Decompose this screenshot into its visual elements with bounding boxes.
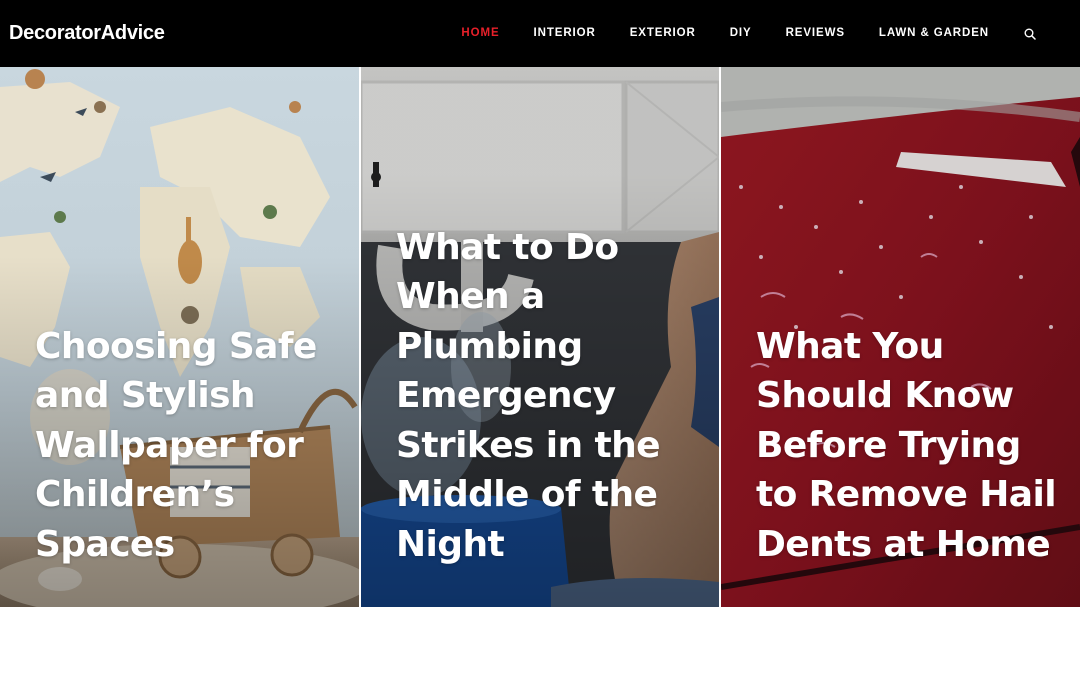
nav-item-interior[interactable]: INTERIOR (517, 0, 613, 67)
nav-item-lawn-garden[interactable]: LAWN & GARDEN (862, 0, 1006, 67)
site-header: DecoratorAdvice HOME INTERIOR EXTERIOR D… (0, 0, 1080, 67)
post-title[interactable]: What to Do When a Plumbing Emergency Str… (396, 223, 699, 570)
post-card-wallpaper[interactable]: Choosing Safe and Stylish Wallpaper for … (0, 67, 359, 607)
search-icon (1024, 28, 1036, 40)
nav-item-home[interactable]: HOME (444, 0, 516, 67)
featured-posts: Choosing Safe and Stylish Wallpaper for … (0, 67, 1080, 607)
nav-item-reviews[interactable]: REVIEWS (769, 0, 862, 67)
post-title[interactable]: What You Should Know Before Trying to Re… (756, 322, 1060, 570)
search-button[interactable] (1020, 0, 1040, 67)
main-nav: HOME INTERIOR EXTERIOR DIY REVIEWS LAWN … (444, 0, 1080, 67)
post-card-hail-dents[interactable]: What You Should Know Before Trying to Re… (721, 67, 1080, 607)
nav-item-diy[interactable]: DIY (713, 0, 769, 67)
post-title[interactable]: Choosing Safe and Stylish Wallpaper for … (35, 322, 339, 570)
nav-item-exterior[interactable]: EXTERIOR (613, 0, 713, 67)
post-card-plumbing[interactable]: What to Do When a Plumbing Emergency Str… (361, 67, 719, 607)
site-logo[interactable]: DecoratorAdvice (9, 20, 165, 46)
